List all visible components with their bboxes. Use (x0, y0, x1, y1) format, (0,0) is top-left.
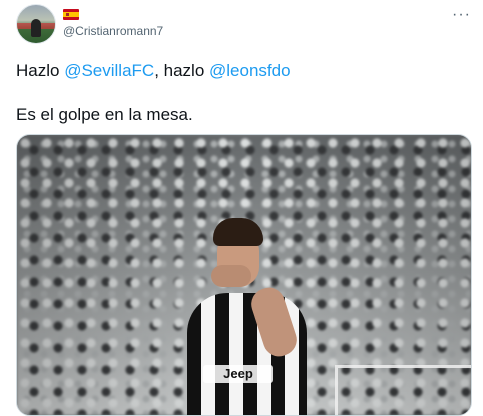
player-jersey (187, 293, 307, 415)
player-figure: Jeep (185, 215, 335, 415)
player-hair (213, 218, 263, 246)
tweet-line-2: Es el golpe en la mesa. (16, 105, 193, 124)
author-handle[interactable]: @Cristianromann7 (63, 24, 163, 38)
tweet-line-1: Hazlo @SevillaFC, hazlo @leonsfdo (16, 60, 291, 82)
tweet-photo[interactable]: Jeep (16, 134, 472, 416)
mention-leonsfdo[interactable]: @leonsfdo (209, 61, 291, 80)
spain-flag-icon (63, 9, 79, 20)
jersey-sponsor: Jeep (203, 365, 273, 383)
tweet-header: @Cristianromann7 ··· (16, 4, 471, 48)
tweet-middle: , hazlo (154, 61, 209, 80)
player-hand (211, 265, 251, 287)
tweet-prefix: Hazlo (16, 61, 65, 80)
mention-sevillafc[interactable]: @SevillaFC (64, 61, 154, 80)
avatar[interactable] (16, 4, 56, 44)
goal-frame (335, 365, 471, 415)
more-options-icon[interactable]: ··· (452, 6, 471, 24)
avatar-figure (31, 19, 41, 37)
flag-crest (66, 13, 69, 16)
